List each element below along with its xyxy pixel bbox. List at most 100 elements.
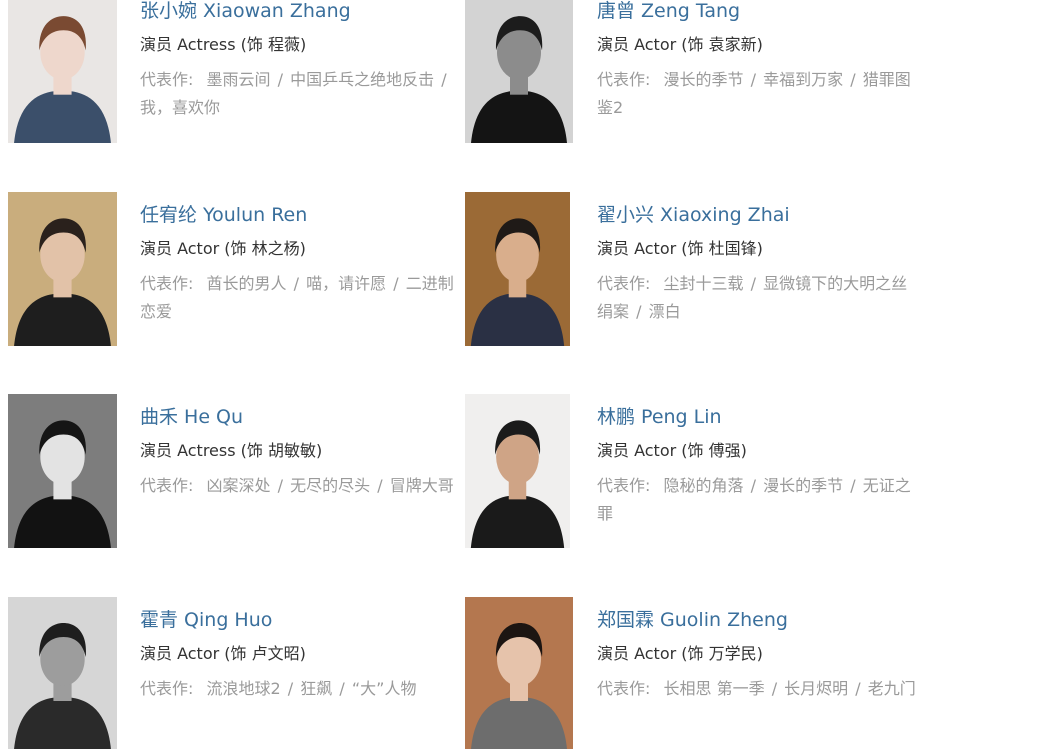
actor-role: 演员 Actor (饰 傅强) bbox=[597, 440, 922, 462]
works-separator: / bbox=[339, 679, 345, 698]
actor-name-link[interactable]: 张小婉 Xiaowan Zhang bbox=[140, 0, 465, 24]
work-title-link[interactable]: 长月烬明 bbox=[784, 679, 848, 698]
work-title-link[interactable]: 酋长的男人 bbox=[207, 274, 287, 293]
works-separator: / bbox=[277, 70, 283, 89]
works-label: 代表作: bbox=[597, 476, 651, 495]
work-title-link[interactable]: 无尽的尽头 bbox=[290, 476, 370, 495]
works-label: 代表作: bbox=[140, 476, 194, 495]
works-separator: / bbox=[855, 679, 861, 698]
works-label: 代表作: bbox=[597, 679, 651, 698]
actor-photo[interactable] bbox=[465, 192, 570, 346]
work-title-link[interactable]: 漫长的季节 bbox=[664, 70, 744, 89]
actor-photo[interactable] bbox=[8, 597, 117, 749]
actor-photo[interactable] bbox=[8, 394, 117, 548]
work-title-link[interactable]: 老九门 bbox=[868, 679, 916, 698]
works-separator: / bbox=[636, 302, 642, 321]
representative-works: 代表作: 流浪地球2 / 狂飙 / “大”人物 bbox=[140, 675, 460, 703]
work-title-link[interactable]: 隐秘的角落 bbox=[664, 476, 744, 495]
work-title-link[interactable]: 幸福到万家 bbox=[763, 70, 843, 89]
actor-role: 演员 Actor (饰 林之杨) bbox=[140, 238, 465, 260]
actor-info: 霍青 Qing Huo 演员 Actor (饰 卢文昭) 代表作: 流浪地球2 / … bbox=[140, 607, 465, 703]
works-separator: / bbox=[293, 274, 299, 293]
works-separator: / bbox=[850, 70, 856, 89]
role-prefix: 演员 Actor (饰 bbox=[597, 239, 709, 258]
actor-photo[interactable] bbox=[8, 0, 117, 143]
work-title-link[interactable]: 长相思 第一季 bbox=[664, 679, 765, 698]
role-character-name: 胡敏敏 bbox=[267, 441, 316, 460]
actor-name-link[interactable]: 唐曾 Zeng Tang bbox=[597, 0, 922, 24]
actor-photo[interactable] bbox=[465, 0, 573, 143]
works-separator: / bbox=[771, 679, 778, 698]
cast-card: 翟小兴 Xiaoxing Zhai 演员 Actor (饰 杜国锋) 代表作: 尘封… bbox=[465, 192, 925, 373]
representative-works: 代表作: 凶案深处 / 无尽的尽头 / 冒牌大哥 bbox=[140, 472, 460, 500]
role-prefix: 演员 Actor (饰 bbox=[140, 239, 252, 258]
representative-works: 代表作: 隐秘的角落 / 漫长的季节 / 无证之罪 bbox=[597, 472, 917, 528]
actor-role: 演员 Actor (饰 袁家新) bbox=[597, 34, 922, 56]
actor-photo[interactable] bbox=[465, 394, 570, 548]
cast-grid: 张小婉 Xiaowan Zhang 演员 Actress (饰 程薇) 代表作: 墨… bbox=[0, 0, 1059, 749]
work-title-link[interactable]: 漂白 bbox=[649, 302, 681, 321]
cast-card: 任宥纶 Youlun Ren 演员 Actor (饰 林之杨) 代表作: 酋长的男人… bbox=[8, 192, 468, 373]
work-title-link[interactable]: 流浪地球2 bbox=[207, 679, 281, 698]
role-suffix: ) bbox=[756, 239, 763, 258]
role-suffix: ) bbox=[316, 441, 323, 460]
cast-card: 曲禾 He Qu 演员 Actress (饰 胡敏敏) 代表作: 凶案深处 / 无尽… bbox=[8, 394, 468, 575]
work-title-link[interactable]: 冒牌大哥 bbox=[390, 476, 454, 495]
role-character-name: 程薇 bbox=[267, 35, 300, 54]
representative-works: 代表作: 酋长的男人 / 喵，请许愿 / 二进制恋爱 bbox=[140, 270, 460, 326]
representative-works: 代表作: 漫长的季节 / 幸福到万家 / 猎罪图鉴2 bbox=[597, 66, 917, 122]
work-title-link[interactable]: 狂飙 bbox=[300, 679, 332, 698]
works-label: 代表作: bbox=[140, 274, 194, 293]
work-title-link[interactable]: 喵，请许愿 bbox=[306, 274, 386, 293]
role-suffix: ) bbox=[756, 35, 763, 54]
role-character-name: 卢文昭 bbox=[251, 644, 300, 663]
actor-name-link[interactable]: 任宥纶 Youlun Ren bbox=[140, 202, 465, 228]
role-prefix: 演员 Actress (饰 bbox=[140, 35, 268, 54]
role-character-name: 林之杨 bbox=[251, 239, 300, 258]
actor-name-link[interactable]: 翟小兴 Xiaoxing Zhai bbox=[597, 202, 922, 228]
cast-card: 郑国霖 Guolin Zheng 演员 Actor (饰 万学民) 代表作: 长相思… bbox=[465, 597, 925, 749]
role-prefix: 演员 Actor (饰 bbox=[597, 441, 709, 460]
actor-info: 翟小兴 Xiaoxing Zhai 演员 Actor (饰 杜国锋) 代表作: 尘封… bbox=[597, 202, 922, 326]
actor-info: 唐曾 Zeng Tang 演员 Actor (饰 袁家新) 代表作: 漫长的季节 /… bbox=[597, 0, 922, 122]
work-title-link[interactable]: 我，喜欢你 bbox=[140, 98, 220, 117]
role-prefix: 演员 Actor (饰 bbox=[597, 35, 709, 54]
representative-works: 代表作: 墨雨云间 / 中国乒乓之绝地反击 / 我，喜欢你 bbox=[140, 66, 460, 122]
works-separator: / bbox=[287, 679, 294, 698]
works-separator: / bbox=[750, 274, 756, 293]
actor-name-link[interactable]: 郑国霖 Guolin Zheng bbox=[597, 607, 922, 633]
actor-info: 郑国霖 Guolin Zheng 演员 Actor (饰 万学民) 代表作: 长相思… bbox=[597, 607, 922, 703]
actor-role: 演员 Actor (饰 万学民) bbox=[597, 643, 922, 665]
cast-card: 唐曾 Zeng Tang 演员 Actor (饰 袁家新) 代表作: 漫长的季节 /… bbox=[465, 0, 925, 170]
actor-name-link[interactable]: 霍青 Qing Huo bbox=[140, 607, 465, 633]
actor-photo[interactable] bbox=[465, 597, 573, 749]
work-title-link[interactable]: 中国乒乓之绝地反击 bbox=[290, 70, 434, 89]
actor-name-link[interactable]: 曲禾 He Qu bbox=[140, 404, 465, 430]
work-title-link[interactable]: 漫长的季节 bbox=[763, 476, 843, 495]
role-prefix: 演员 Actress (饰 bbox=[140, 441, 268, 460]
works-label: 代表作: bbox=[597, 274, 651, 293]
actor-role: 演员 Actor (饰 卢文昭) bbox=[140, 643, 465, 665]
works-separator: / bbox=[377, 476, 383, 495]
work-title-link[interactable]: 墨雨云间 bbox=[207, 70, 271, 89]
work-title-link[interactable]: 尘封十三载 bbox=[664, 274, 744, 293]
works-separator: / bbox=[277, 476, 283, 495]
role-character-name: 傅强 bbox=[708, 441, 741, 460]
representative-works: 代表作: 尘封十三载 / 显微镜下的大明之丝绢案 / 漂白 bbox=[597, 270, 917, 326]
work-title-link[interactable]: “大”人物 bbox=[352, 679, 417, 698]
cast-card: 霍青 Qing Huo 演员 Actor (饰 卢文昭) 代表作: 流浪地球2 / … bbox=[8, 597, 468, 749]
works-separator: / bbox=[750, 70, 756, 89]
role-character-name: 袁家新 bbox=[708, 35, 757, 54]
role-suffix: ) bbox=[756, 644, 763, 663]
actor-info: 曲禾 He Qu 演员 Actress (饰 胡敏敏) 代表作: 凶案深处 / 无尽… bbox=[140, 404, 465, 500]
representative-works: 代表作: 长相思 第一季 / 长月烬明 / 老九门 bbox=[597, 675, 917, 703]
cast-card: 张小婉 Xiaowan Zhang 演员 Actress (饰 程薇) 代表作: 墨… bbox=[8, 0, 468, 170]
role-character-name: 万学民 bbox=[708, 644, 757, 663]
actor-name-link[interactable]: 林鹏 Peng Lin bbox=[597, 404, 922, 430]
actor-role: 演员 Actress (饰 胡敏敏) bbox=[140, 440, 465, 462]
actor-info: 任宥纶 Youlun Ren 演员 Actor (饰 林之杨) 代表作: 酋长的男人… bbox=[140, 202, 465, 326]
role-prefix: 演员 Actor (饰 bbox=[597, 644, 709, 663]
actor-photo[interactable] bbox=[8, 192, 117, 346]
role-suffix: ) bbox=[740, 441, 747, 460]
work-title-link[interactable]: 凶案深处 bbox=[207, 476, 271, 495]
